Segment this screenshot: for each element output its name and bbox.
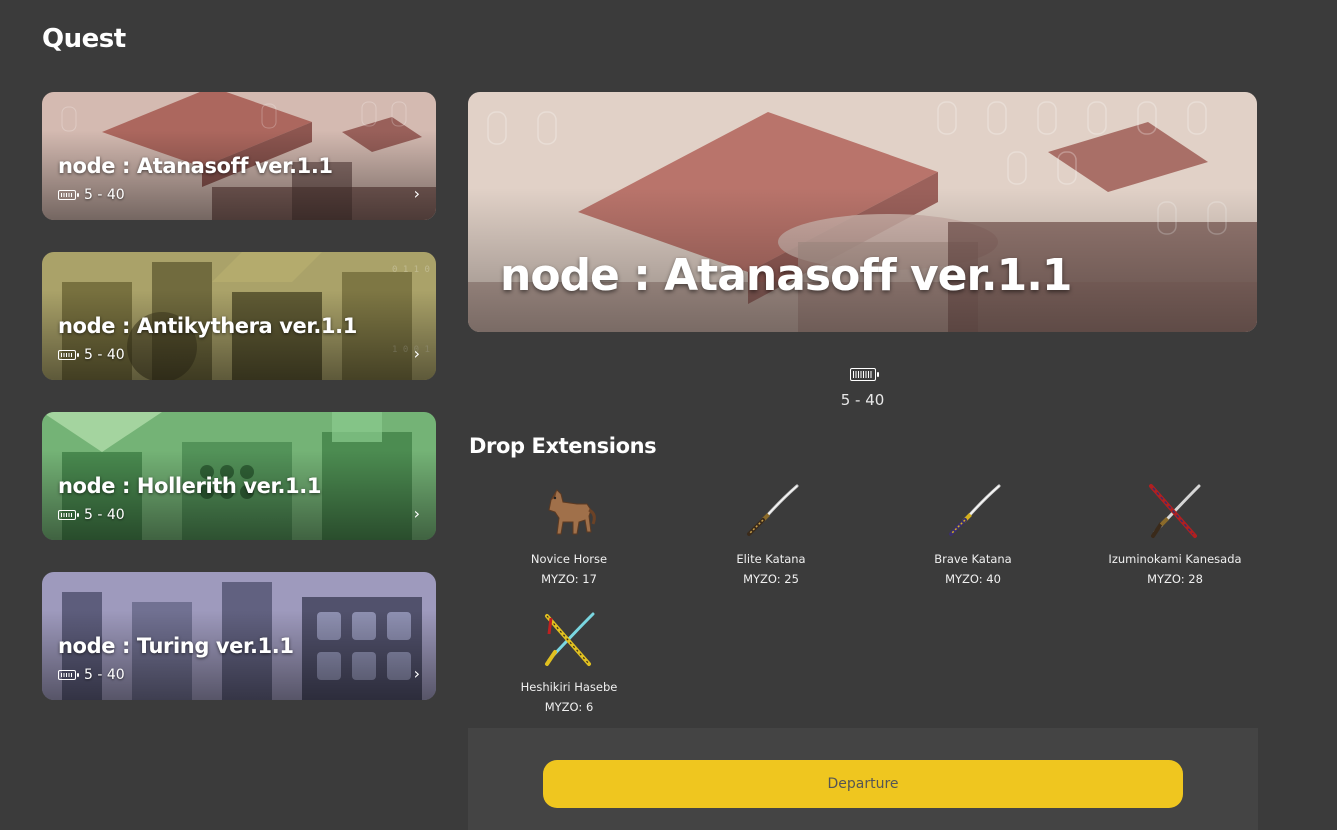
selected-quest-range: 5 - 40 <box>468 368 1257 409</box>
quest-range: 5 - 40 <box>58 667 125 683</box>
quest-title: node : Atanasoff ver.1.1 <box>58 154 333 178</box>
chevron-right-icon: › <box>413 344 420 363</box>
quest-range-text: 5 - 40 <box>84 667 125 683</box>
quest-range: 5 - 40 <box>58 507 125 523</box>
quest-card-turing[interactable]: node : Turing ver.1.1 5 - 40 › <box>42 572 436 700</box>
katana-icon <box>747 484 799 536</box>
page-title: Quest <box>42 24 126 54</box>
drop-item-name: Brave Katana <box>934 552 1012 566</box>
drop-item[interactable]: Elite Katana MYZO: 25 <box>670 480 872 600</box>
drop-item-name: Elite Katana <box>736 552 806 566</box>
drop-item-myzo: MYZO: 28 <box>1147 572 1203 586</box>
quest-title: node : Hollerith ver.1.1 <box>58 474 322 498</box>
drop-item[interactable]: Novice Horse MYZO: 17 <box>468 480 670 600</box>
drop-item-myzo: MYZO: 40 <box>945 572 1001 586</box>
quest-card-hollerith[interactable]: node : Hollerith ver.1.1 5 - 40 › <box>42 412 436 540</box>
quest-list: node : Atanasoff ver.1.1 5 - 40 › 0 1 1 … <box>42 92 436 732</box>
drop-item[interactable]: Heshikiri Hasebe MYZO: 6 <box>468 608 670 728</box>
drop-item[interactable]: Izuminokami Kanesada MYZO: 28 <box>1074 480 1276 600</box>
chevron-right-icon: › <box>413 504 420 523</box>
selected-quest-banner: node : Atanasoff ver.1.1 <box>468 92 1257 332</box>
selected-quest-title: node : Atanasoff ver.1.1 <box>500 250 1073 301</box>
drop-item-name: Heshikiri Hasebe <box>520 680 618 694</box>
quest-range: 5 - 40 <box>58 347 125 363</box>
quest-range-text: 5 - 40 <box>84 507 125 523</box>
quest-title: node : Turing ver.1.1 <box>58 634 294 658</box>
quest-title: node : Antikythera ver.1.1 <box>58 314 357 338</box>
battery-icon <box>58 190 79 200</box>
drop-item[interactable]: Brave Katana MYZO: 40 <box>872 480 1074 600</box>
quest-range: 5 - 40 <box>58 187 125 203</box>
crossed-swords-icon <box>545 612 595 666</box>
chevron-right-icon: › <box>413 664 420 683</box>
crossed-swords-icon <box>1149 484 1201 538</box>
drop-item-myzo: MYZO: 25 <box>743 572 799 586</box>
quest-range-text: 5 - 40 <box>84 347 125 363</box>
battery-icon <box>849 368 879 381</box>
drop-extensions-title: Drop Extensions <box>469 434 657 458</box>
drop-item-name: Izuminokami Kanesada <box>1108 552 1242 566</box>
quest-card-atanasoff[interactable]: node : Atanasoff ver.1.1 5 - 40 › <box>42 92 436 220</box>
drop-extensions-grid: Novice Horse MYZO: 17 Elite Katana MYZO:… <box>468 480 1276 728</box>
chevron-right-icon: › <box>413 184 420 203</box>
drop-item-name: Novice Horse <box>530 552 608 566</box>
quest-range-text: 5 - 40 <box>84 187 125 203</box>
katana-icon <box>949 484 1001 536</box>
selected-quest-range-text: 5 - 40 <box>840 391 885 409</box>
action-panel: Departure <box>468 728 1258 830</box>
battery-icon <box>58 670 79 680</box>
drop-item-myzo: MYZO: 6 <box>544 700 594 714</box>
quest-card-antikythera[interactable]: 0 1 1 0 1 0 0 1 node : Antikythera ver.1… <box>42 252 436 380</box>
battery-icon <box>58 510 79 520</box>
horse-icon <box>548 489 596 535</box>
drop-item-myzo: MYZO: 17 <box>541 572 597 586</box>
departure-button[interactable]: Departure <box>543 760 1183 808</box>
battery-icon <box>58 350 79 360</box>
